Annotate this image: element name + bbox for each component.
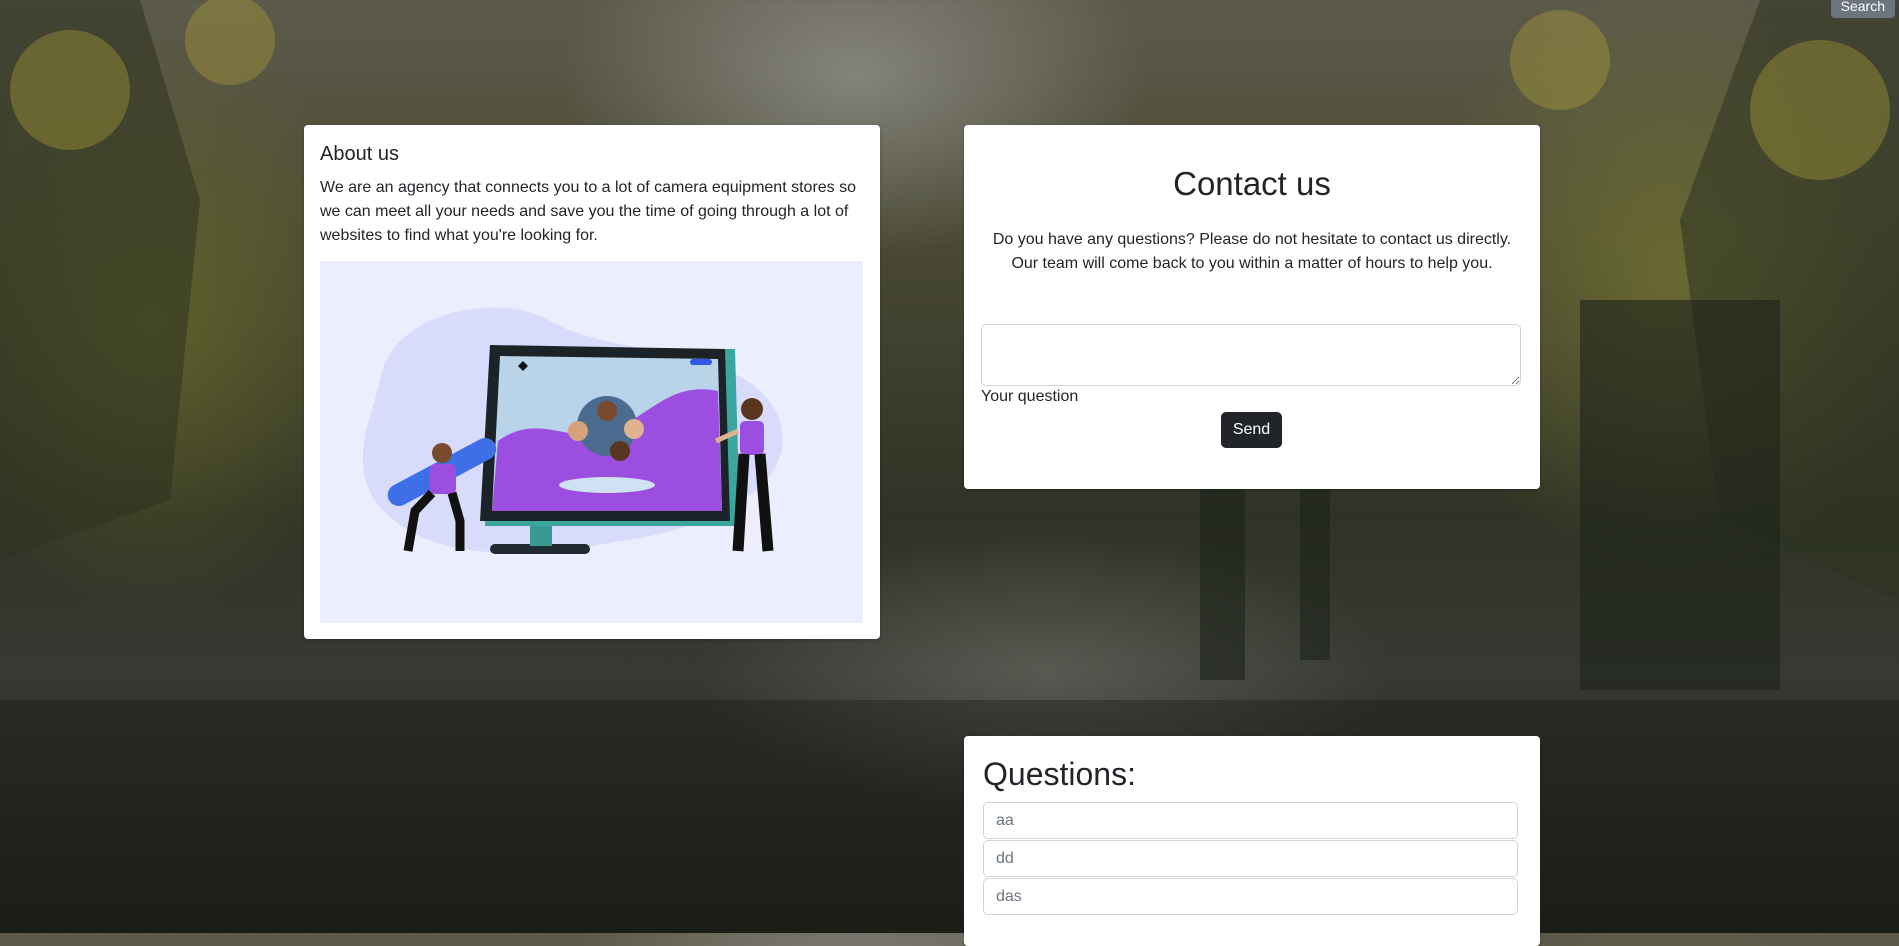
question-label: Your question bbox=[981, 388, 1079, 405]
about-card: About us We are an agency that connects … bbox=[304, 125, 880, 639]
search-button[interactable]: Search bbox=[1830, 0, 1895, 18]
about-title: About us bbox=[320, 143, 399, 165]
contact-text: Do you have any questions? Please do not… bbox=[992, 231, 1512, 272]
forest-background bbox=[0, 0, 1899, 933]
contact-card: Contact us Do you have any questions? Pl… bbox=[964, 125, 1540, 489]
question-item[interactable] bbox=[983, 840, 1518, 877]
question-item[interactable] bbox=[983, 878, 1518, 915]
contact-title: Contact us bbox=[1173, 165, 1331, 202]
question-input[interactable] bbox=[981, 324, 1521, 386]
questions-card: Questions: bbox=[964, 736, 1540, 946]
about-illustration bbox=[320, 261, 863, 623]
about-text: We are an agency that connects you to a … bbox=[320, 179, 857, 244]
question-item[interactable] bbox=[983, 802, 1518, 839]
questions-title: Questions: bbox=[983, 756, 1136, 792]
send-button[interactable]: Send bbox=[1221, 412, 1282, 448]
team-video-call-illustration-icon bbox=[362, 307, 783, 554]
